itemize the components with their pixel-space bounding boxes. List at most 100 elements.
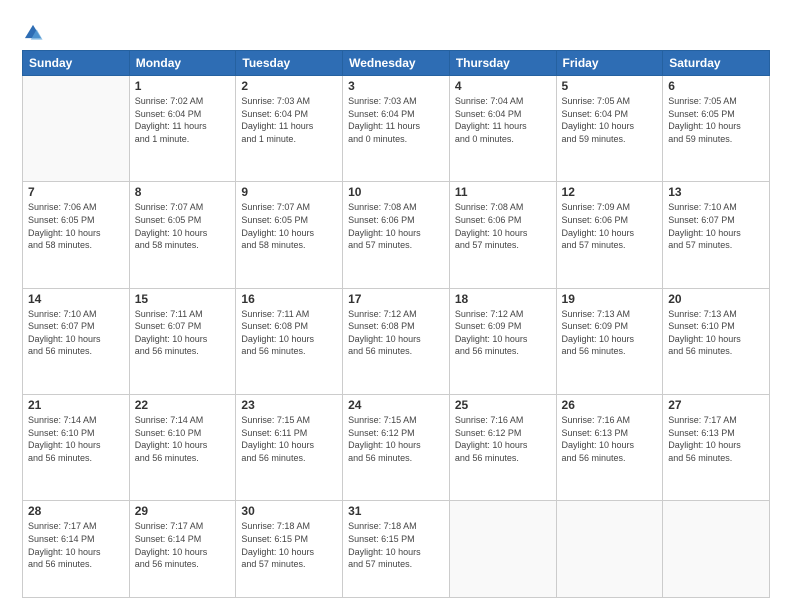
calendar-cell bbox=[556, 501, 663, 598]
cell-info: Sunrise: 7:07 AM Sunset: 6:05 PM Dayligh… bbox=[135, 201, 231, 251]
cell-info: Sunrise: 7:17 AM Sunset: 6:13 PM Dayligh… bbox=[668, 414, 764, 464]
day-number: 6 bbox=[668, 79, 764, 93]
calendar-cell: 29Sunrise: 7:17 AM Sunset: 6:14 PM Dayli… bbox=[129, 501, 236, 598]
calendar-week-3: 21 Sunrise: 7:14 AM Sunset: 6:10 PM Dayli… bbox=[23, 394, 770, 500]
calendar-cell: 21 Sunrise: 7:14 AM Sunset: 6:10 PM Dayli… bbox=[23, 394, 130, 500]
calendar-cell: 15 Sunrise: 7:11 AM Sunset: 6:07 PM Dayli… bbox=[129, 288, 236, 394]
calendar-cell bbox=[449, 501, 556, 598]
day-number: 7 bbox=[28, 185, 124, 199]
cell-info: Sunrise: 7:14 AM Sunset: 6:10 PM Dayligh… bbox=[28, 414, 124, 464]
calendar-cell: 31 Sunrise: 7:18 AM Sunset: 6:15 PM Dayli… bbox=[343, 501, 450, 598]
calendar-cell: 16 Sunrise: 7:11 AM Sunset: 6:08 PM Dayli… bbox=[236, 288, 343, 394]
weekday-header-thursday: Thursday bbox=[449, 51, 556, 76]
cell-info: Sunrise: 7:05 AM Sunset: 6:05 PM Dayligh… bbox=[668, 95, 764, 145]
day-number: 16 bbox=[241, 292, 337, 306]
calendar-cell: 4 Sunrise: 7:04 AM Sunset: 6:04 PM Daylig… bbox=[449, 76, 556, 182]
cell-info: Sunrise: 7:15 AM Sunset: 6:11 PM Dayligh… bbox=[241, 414, 337, 464]
calendar-cell: 23Sunrise: 7:15 AM Sunset: 6:11 PM Dayli… bbox=[236, 394, 343, 500]
day-number: 13 bbox=[668, 185, 764, 199]
cell-info: Sunrise: 7:11 AM Sunset: 6:07 PM Dayligh… bbox=[135, 308, 231, 358]
day-number: 15 bbox=[135, 292, 231, 306]
calendar-week-1: 7 Sunrise: 7:06 AM Sunset: 6:05 PM Daylig… bbox=[23, 182, 770, 288]
cell-info: Sunrise: 7:15 AM Sunset: 6:12 PM Dayligh… bbox=[348, 414, 444, 464]
day-number: 2 bbox=[241, 79, 337, 93]
cell-info: Sunrise: 7:09 AM Sunset: 6:06 PM Dayligh… bbox=[562, 201, 658, 251]
calendar-cell: 3 Sunrise: 7:03 AM Sunset: 6:04 PM Daylig… bbox=[343, 76, 450, 182]
cell-info: Sunrise: 7:18 AM Sunset: 6:15 PM Dayligh… bbox=[348, 520, 444, 570]
logo-icon bbox=[22, 22, 44, 44]
cell-info: Sunrise: 7:11 AM Sunset: 6:08 PM Dayligh… bbox=[241, 308, 337, 358]
calendar-cell: 8 Sunrise: 7:07 AM Sunset: 6:05 PM Daylig… bbox=[129, 182, 236, 288]
calendar-cell: 22 Sunrise: 7:14 AM Sunset: 6:10 PM Dayli… bbox=[129, 394, 236, 500]
day-number: 29 bbox=[135, 504, 231, 518]
day-number: 24 bbox=[348, 398, 444, 412]
cell-info: Sunrise: 7:07 AM Sunset: 6:05 PM Dayligh… bbox=[241, 201, 337, 251]
calendar-week-2: 14 Sunrise: 7:10 AM Sunset: 6:07 PM Dayli… bbox=[23, 288, 770, 394]
calendar-table: SundayMondayTuesdayWednesdayThursdayFrid… bbox=[22, 50, 770, 598]
calendar-cell: 20Sunrise: 7:13 AM Sunset: 6:10 PM Dayli… bbox=[663, 288, 770, 394]
calendar-cell: 27Sunrise: 7:17 AM Sunset: 6:13 PM Dayli… bbox=[663, 394, 770, 500]
day-number: 17 bbox=[348, 292, 444, 306]
calendar-cell: 19 Sunrise: 7:13 AM Sunset: 6:09 PM Dayli… bbox=[556, 288, 663, 394]
calendar-cell bbox=[663, 501, 770, 598]
day-number: 22 bbox=[135, 398, 231, 412]
logo bbox=[22, 22, 47, 44]
cell-info: Sunrise: 7:08 AM Sunset: 6:06 PM Dayligh… bbox=[455, 201, 551, 251]
day-number: 18 bbox=[455, 292, 551, 306]
day-number: 21 bbox=[28, 398, 124, 412]
calendar-cell: 6 Sunrise: 7:05 AM Sunset: 6:05 PM Daylig… bbox=[663, 76, 770, 182]
day-number: 28 bbox=[28, 504, 124, 518]
calendar-cell: 24 Sunrise: 7:15 AM Sunset: 6:12 PM Dayli… bbox=[343, 394, 450, 500]
cell-info: Sunrise: 7:06 AM Sunset: 6:05 PM Dayligh… bbox=[28, 201, 124, 251]
cell-info: Sunrise: 7:03 AM Sunset: 6:04 PM Dayligh… bbox=[348, 95, 444, 145]
calendar-cell bbox=[23, 76, 130, 182]
day-number: 4 bbox=[455, 79, 551, 93]
cell-info: Sunrise: 7:14 AM Sunset: 6:10 PM Dayligh… bbox=[135, 414, 231, 464]
calendar-cell: 25 Sunrise: 7:16 AM Sunset: 6:12 PM Dayli… bbox=[449, 394, 556, 500]
cell-info: Sunrise: 7:12 AM Sunset: 6:08 PM Dayligh… bbox=[348, 308, 444, 358]
day-number: 14 bbox=[28, 292, 124, 306]
day-number: 11 bbox=[455, 185, 551, 199]
day-number: 8 bbox=[135, 185, 231, 199]
day-number: 19 bbox=[562, 292, 658, 306]
calendar-week-4: 28Sunrise: 7:17 AM Sunset: 6:14 PM Dayli… bbox=[23, 501, 770, 598]
cell-info: Sunrise: 7:16 AM Sunset: 6:12 PM Dayligh… bbox=[455, 414, 551, 464]
day-number: 31 bbox=[348, 504, 444, 518]
page: SundayMondayTuesdayWednesdayThursdayFrid… bbox=[0, 0, 792, 612]
cell-info: Sunrise: 7:13 AM Sunset: 6:09 PM Dayligh… bbox=[562, 308, 658, 358]
calendar-cell: 10 Sunrise: 7:08 AM Sunset: 6:06 PM Dayli… bbox=[343, 182, 450, 288]
calendar-cell: 26 Sunrise: 7:16 AM Sunset: 6:13 PM Dayli… bbox=[556, 394, 663, 500]
day-number: 5 bbox=[562, 79, 658, 93]
calendar-cell: 14 Sunrise: 7:10 AM Sunset: 6:07 PM Dayli… bbox=[23, 288, 130, 394]
day-number: 25 bbox=[455, 398, 551, 412]
cell-info: Sunrise: 7:04 AM Sunset: 6:04 PM Dayligh… bbox=[455, 95, 551, 145]
day-number: 1 bbox=[135, 79, 231, 93]
cell-info: Sunrise: 7:10 AM Sunset: 6:07 PM Dayligh… bbox=[668, 201, 764, 251]
weekday-header-friday: Friday bbox=[556, 51, 663, 76]
calendar-cell: 18 Sunrise: 7:12 AM Sunset: 6:09 PM Dayli… bbox=[449, 288, 556, 394]
day-number: 20 bbox=[668, 292, 764, 306]
calendar-cell: 13 Sunrise: 7:10 AM Sunset: 6:07 PM Dayli… bbox=[663, 182, 770, 288]
calendar-cell: 11 Sunrise: 7:08 AM Sunset: 6:06 PM Dayli… bbox=[449, 182, 556, 288]
weekday-header-tuesday: Tuesday bbox=[236, 51, 343, 76]
day-number: 12 bbox=[562, 185, 658, 199]
cell-info: Sunrise: 7:18 AM Sunset: 6:15 PM Dayligh… bbox=[241, 520, 337, 570]
weekday-header-monday: Monday bbox=[129, 51, 236, 76]
calendar-cell: 5Sunrise: 7:05 AM Sunset: 6:04 PM Daylig… bbox=[556, 76, 663, 182]
day-number: 30 bbox=[241, 504, 337, 518]
calendar-cell: 17 Sunrise: 7:12 AM Sunset: 6:08 PM Dayli… bbox=[343, 288, 450, 394]
day-number: 10 bbox=[348, 185, 444, 199]
day-number: 26 bbox=[562, 398, 658, 412]
cell-info: Sunrise: 7:12 AM Sunset: 6:09 PM Dayligh… bbox=[455, 308, 551, 358]
cell-info: Sunrise: 7:16 AM Sunset: 6:13 PM Dayligh… bbox=[562, 414, 658, 464]
day-number: 9 bbox=[241, 185, 337, 199]
header bbox=[22, 18, 770, 44]
calendar-cell: 28Sunrise: 7:17 AM Sunset: 6:14 PM Dayli… bbox=[23, 501, 130, 598]
cell-info: Sunrise: 7:08 AM Sunset: 6:06 PM Dayligh… bbox=[348, 201, 444, 251]
weekday-header-row: SundayMondayTuesdayWednesdayThursdayFrid… bbox=[23, 51, 770, 76]
weekday-header-saturday: Saturday bbox=[663, 51, 770, 76]
calendar-cell: 12 Sunrise: 7:09 AM Sunset: 6:06 PM Dayli… bbox=[556, 182, 663, 288]
day-number: 3 bbox=[348, 79, 444, 93]
calendar-cell: 2Sunrise: 7:03 AM Sunset: 6:04 PM Daylig… bbox=[236, 76, 343, 182]
cell-info: Sunrise: 7:10 AM Sunset: 6:07 PM Dayligh… bbox=[28, 308, 124, 358]
